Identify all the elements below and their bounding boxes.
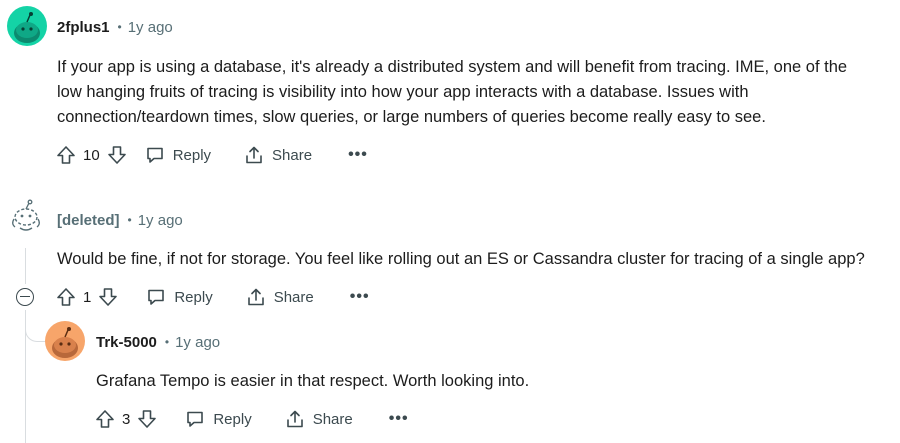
separator-dot: • [117,20,122,34]
snoo-avatar-icon [45,321,85,361]
downvote-icon [138,410,157,428]
comment-time[interactable]: 1y ago [128,19,173,36]
comment-body-line: Grafana Tempo is easier in that respect.… [96,372,530,390]
thread-line-deleted [25,248,26,284]
share-icon [286,410,303,428]
upvote-button[interactable] [56,145,76,165]
comment-body-line: low hanging fruits of tracing is visibil… [57,83,749,101]
comment-bubble-icon [148,289,165,305]
downvote-icon [107,146,126,164]
upvote-icon [57,288,75,306]
reply-label: Reply [213,410,252,428]
comment-time[interactable]: 1y ago [175,334,220,351]
author-name: [deleted] [57,211,120,229]
share-button[interactable]: Share [244,145,312,165]
comment-meta: [deleted] • 1y ago [57,210,183,230]
downvote-button[interactable] [137,409,157,429]
reply-label: Reply [172,146,212,164]
vote-count: 1 [83,288,92,306]
share-button[interactable]: Share [285,409,353,429]
downvote-button[interactable] [107,145,127,165]
deleted-snoo-icon [12,199,40,231]
comment-body: Would be fine, if not for storage. You f… [57,247,900,272]
comment-body: Grafana Tempo is easier in that respect.… [96,369,529,394]
comment-bubble-icon [146,147,163,163]
comment-actions: 3 Reply Share ••• [95,406,409,432]
share-icon [247,288,264,306]
thread-connector [25,312,47,342]
snoo-avatar-icon [7,6,47,46]
more-options-button[interactable]: ••• [350,288,370,306]
vote-count: 10 [83,146,100,164]
comment-bubble-icon [187,411,204,427]
reply-label: Reply [174,288,213,306]
upvote-button[interactable] [95,409,115,429]
reply-button[interactable]: Reply [185,409,252,429]
more-options-button[interactable]: ••• [389,410,409,428]
comment-body-line: connection/teardown times, slow queries,… [57,108,766,126]
comment-body-line: If your app is using a database, it's al… [57,58,848,76]
avatar[interactable] [45,321,85,361]
deleted-avatar [6,198,46,238]
avatar[interactable] [7,6,47,46]
more-options-button[interactable]: ••• [348,146,368,164]
comment-meta: Trk-5000 • 1y ago [96,332,220,352]
share-label: Share [312,410,353,428]
share-icon [246,146,262,164]
vote-count: 3 [122,410,131,428]
reply-button[interactable]: Reply [146,287,213,307]
author-name[interactable]: 2fplus1 [57,19,110,36]
downvote-button[interactable] [98,287,118,307]
upvote-icon [96,410,114,428]
author-name[interactable]: Trk-5000 [96,334,157,351]
comment-body-line: Would be fine, if not for storage. You f… [57,250,865,268]
downvote-icon [99,288,118,306]
upvote-button[interactable] [56,287,76,307]
comment-actions: 1 Reply Share ••• [56,284,370,310]
share-label: Share [272,146,313,164]
comment-meta: 2fplus1 • 1y ago [57,17,173,37]
share-button[interactable]: Share [246,287,314,307]
reply-button[interactable]: Reply [145,145,211,165]
comment-actions: 10 Reply Share ••• [56,142,368,168]
collapse-thread-button[interactable] [16,288,34,306]
separator-dot: • [164,335,170,349]
comment-body: If your app is using a database, it's al… [57,55,847,130]
comment-time[interactable]: 1y ago [138,212,183,229]
share-label: Share [273,288,314,306]
upvote-icon [57,146,75,164]
separator-dot: • [127,213,132,227]
